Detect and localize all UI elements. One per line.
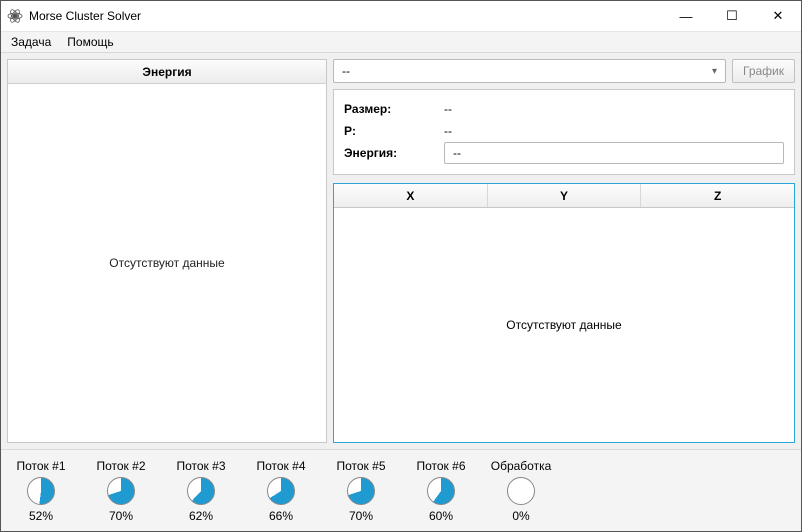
thread-label: Поток #1 — [16, 459, 65, 473]
table-empty-text: Отсутствуют данные — [334, 208, 794, 442]
window-title: Morse Cluster Solver — [29, 9, 663, 23]
coord-table: X Y Z Отсутствуют данные — [333, 183, 795, 443]
thread-label: Поток #2 — [96, 459, 145, 473]
thread-label: Поток #4 — [256, 459, 305, 473]
thread-label: Поток #3 — [176, 459, 225, 473]
table-header: X Y Z — [334, 184, 794, 208]
size-label: Размер: — [344, 102, 434, 116]
titlebar: Morse Cluster Solver — ☐ ✕ — [1, 1, 801, 31]
info-block: Размер: -- P: -- Энергия: -- — [333, 89, 795, 175]
close-button[interactable]: ✕ — [755, 1, 801, 31]
menu-help[interactable]: Помощь — [67, 35, 113, 49]
size-value: -- — [444, 102, 784, 116]
thread-value: 70% — [349, 509, 373, 523]
top-row: -- График — [333, 59, 795, 83]
thread-1: Поток #1 52% — [13, 459, 69, 523]
thread-4: Поток #4 66% — [253, 459, 309, 523]
selector-combo[interactable]: -- — [333, 59, 726, 83]
thread-pie-icon — [427, 477, 455, 505]
energy-panel: Энергия Отсутствуют данные — [7, 59, 327, 443]
p-label: P: — [344, 124, 434, 138]
graph-button[interactable]: График — [732, 59, 795, 83]
thread-pie-icon — [507, 477, 535, 505]
thread-5: Поток #5 70% — [333, 459, 389, 523]
thread-pie-icon — [27, 477, 55, 505]
client-area: Энергия Отсутствуют данные -- График Раз… — [1, 53, 801, 449]
menubar: Задача Помощь — [1, 31, 801, 53]
col-z[interactable]: Z — [641, 184, 794, 207]
thread-3: Поток #3 62% — [173, 459, 229, 523]
thread-label: Поток #5 — [336, 459, 385, 473]
thread-value: 62% — [189, 509, 213, 523]
thread-value: 70% — [109, 509, 133, 523]
energy-header: Энергия — [8, 60, 326, 84]
col-x[interactable]: X — [334, 184, 488, 207]
p-value: -- — [444, 124, 784, 138]
thread-6: Поток #6 60% — [413, 459, 469, 523]
selector-value: -- — [342, 64, 350, 78]
thread-pie-icon — [267, 477, 295, 505]
threads-bar: Поток #152%Поток #270%Поток #362%Поток #… — [1, 449, 801, 531]
maximize-button[interactable]: ☐ — [709, 1, 755, 31]
thread-value: 0% — [512, 509, 529, 523]
thread-pie-icon — [347, 477, 375, 505]
minimize-button[interactable]: — — [663, 1, 709, 31]
thread-2: Поток #2 70% — [93, 459, 149, 523]
thread-value: 66% — [269, 509, 293, 523]
energy-value: -- — [453, 146, 461, 160]
thread-label: Поток #6 — [416, 459, 465, 473]
thread-value: 52% — [29, 509, 53, 523]
thread-label: Обработка — [491, 459, 552, 473]
col-y[interactable]: Y — [488, 184, 642, 207]
right-panel: -- График Размер: -- P: -- Энергия: -- X — [333, 59, 795, 443]
energy-label: Энергия: — [344, 146, 434, 160]
thread-pie-icon — [107, 477, 135, 505]
energy-empty-text: Отсутствуют данные — [8, 84, 326, 442]
thread-7: Обработка 0% — [493, 459, 549, 523]
thread-pie-icon — [187, 477, 215, 505]
thread-value: 60% — [429, 509, 453, 523]
app-icon — [7, 8, 23, 24]
energy-input[interactable]: -- — [444, 142, 784, 164]
menu-task[interactable]: Задача — [11, 35, 51, 49]
